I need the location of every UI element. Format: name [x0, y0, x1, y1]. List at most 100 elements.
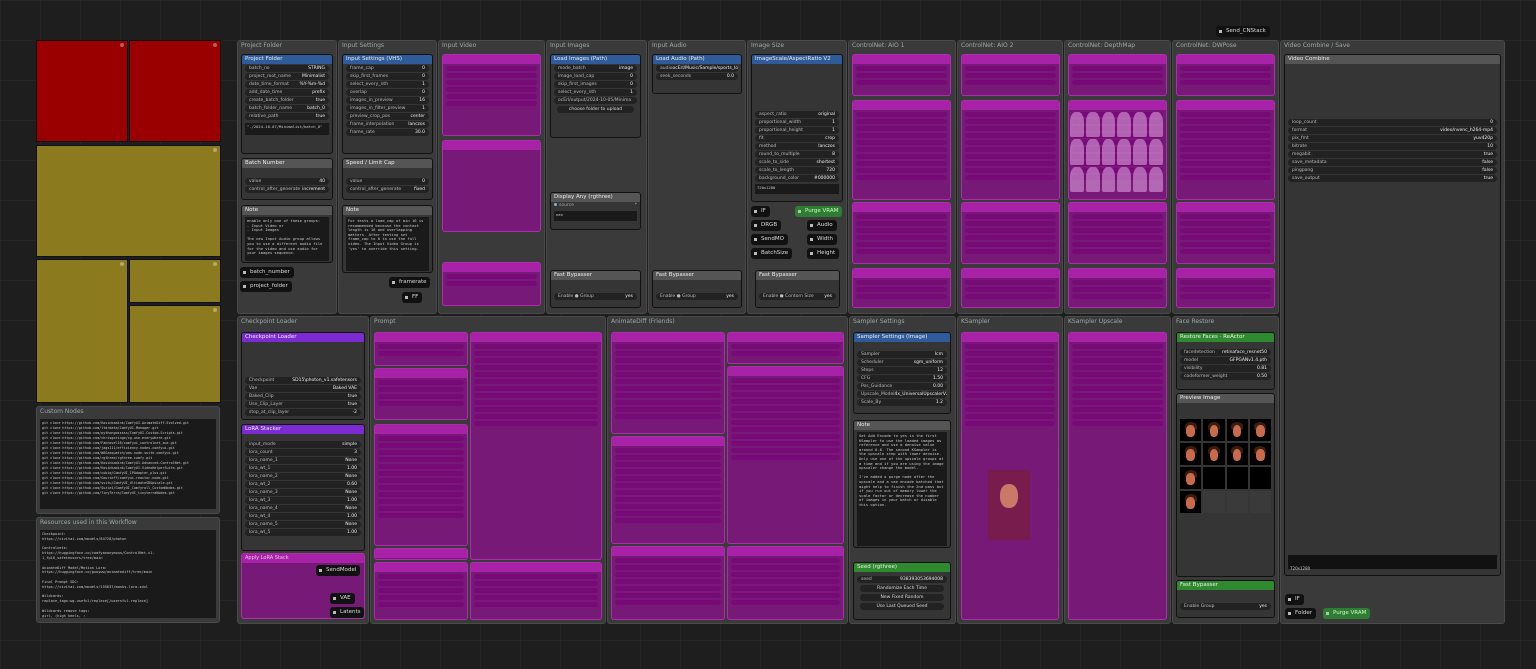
widget-visibility[interactable]: visibility 0.81: [1180, 365, 1271, 372]
preview-thumbnail[interactable]: [1203, 443, 1225, 465]
display-any-node[interactable]: Display Any (rgthree) source * nan: [550, 192, 641, 230]
seed-widget[interactable]: seed 938393053694008: [857, 576, 947, 583]
muted-node[interactable]: [374, 332, 468, 366]
node-title[interactable]: ImageScale/AspectRatio V2: [752, 55, 842, 64]
widget-upscale-model[interactable]: Upscale_Model 4x_UniversalUpscalerV2: [857, 391, 947, 398]
if-pill-2[interactable]: IF: [1285, 594, 1304, 605]
widget-megabit[interactable]: megabit true: [1288, 151, 1497, 158]
images-path-input[interactable]: ocErl/output/2024-10-05/Minima: [554, 97, 637, 104]
node-title[interactable]: Preview Image: [1177, 394, 1274, 403]
color-tile-gold-2[interactable]: [36, 259, 128, 403]
widget-preview-crop-pos[interactable]: preview_crop_pos center: [346, 113, 429, 120]
muted-controlnet-node[interactable]: [961, 54, 1060, 96]
latents-pill[interactable]: Latents: [330, 607, 365, 618]
muted-controlnet-node[interactable]: [852, 202, 951, 264]
node-title[interactable]: [443, 263, 540, 272]
vae-pill[interactable]: VAE: [330, 593, 355, 604]
color-tile-gold-3[interactable]: [129, 259, 221, 303]
node-title[interactable]: [1069, 55, 1166, 64]
enable-group-toggle[interactable]: Enable ● Group yes: [554, 293, 637, 300]
fast-bypasser-node-2[interactable]: Fast Bypasser Enable ● Group yes: [652, 270, 742, 308]
load-images-node[interactable]: Load Images (Path) mode_batch image image_…: [550, 54, 641, 138]
muted-controlnet-node[interactable]: [852, 100, 951, 200]
project-folder-node[interactable]: Project Folder batch_no STRING project_roo…: [241, 54, 333, 154]
widget-scale-to-length[interactable]: scale_to_length 720: [755, 167, 839, 174]
node-title[interactable]: Note: [343, 206, 432, 215]
sampler-settings-node[interactable]: Sampler Settings (Image) Sampler lcm Sched…: [853, 332, 951, 414]
node-title[interactable]: Display Any (rgthree): [551, 193, 640, 202]
fast-bypasser-node-1[interactable]: Fast Bypasser Enable ● Group yes: [550, 270, 641, 308]
widget-sampler[interactable]: Sampler lcm: [857, 351, 947, 358]
height-pill[interactable]: Height: [807, 248, 840, 259]
widget-seek-seconds[interactable]: seek_seconds 0.0: [656, 73, 738, 80]
widget-pingpong[interactable]: pingpong false: [1288, 167, 1497, 174]
muted-controlnet-node[interactable]: [1068, 54, 1167, 96]
node-title[interactable]: [853, 55, 950, 64]
preview-thumbnail[interactable]: [1226, 491, 1248, 513]
restore-faces-node[interactable]: Restore Faces · ReActor facedetection ret…: [1176, 332, 1275, 390]
widget-create-batch-folder[interactable]: create_batch_folder true: [245, 97, 329, 104]
muted-controlnet-node[interactable]: [852, 268, 951, 308]
preview-thumbnail[interactable]: [1226, 419, 1248, 441]
preview-thumbnail[interactable]: [1249, 419, 1271, 441]
node-title[interactable]: [612, 333, 724, 342]
muted-controlnet-node[interactable]: [961, 202, 1060, 264]
input-settings-node[interactable]: Input Settings (VHS) frame_cap 0 skip_firs…: [342, 54, 433, 154]
preview-thumbnail[interactable]: [1180, 491, 1202, 513]
note-node-2[interactable]: Note For tests a load_cap of min 16 is r…: [342, 205, 433, 273]
muted-controlnet-node[interactable]: [852, 54, 951, 96]
widget-lora-wt-1[interactable]: lora_wt_1 1.00: [245, 465, 361, 472]
node-title[interactable]: [375, 425, 467, 434]
widget-image-load-cap[interactable]: image_load_cap 0: [554, 73, 637, 80]
muted-bypass-node[interactable]: [442, 262, 541, 306]
widget-overlap[interactable]: overlap 0: [346, 89, 429, 96]
custom-nodes-text[interactable]: git clone https://github.com/Kosinkadink…: [40, 419, 216, 509]
widget-steps[interactable]: Steps 12: [857, 367, 947, 374]
preview-thumbnail[interactable]: [1226, 443, 1248, 465]
audio-pill[interactable]: Audio: [807, 220, 837, 231]
widget-round-to-multiple[interactable]: round_to_multiple 8: [755, 151, 839, 158]
widget-lora-name-5[interactable]: lora_name_5 None: [245, 521, 361, 528]
node-title[interactable]: [1069, 203, 1166, 212]
node-title[interactable]: [375, 369, 467, 378]
widget-lora-wt-2[interactable]: lora_wt_2 0.60: [245, 481, 361, 488]
node-title[interactable]: [1177, 269, 1274, 278]
widget-fit[interactable]: fit crop: [755, 135, 839, 142]
widget-mode-batch[interactable]: mode_batch image: [554, 65, 637, 72]
widget-frame-cap[interactable]: frame_cap 0: [346, 65, 429, 72]
node-title[interactable]: Video Combine: [1285, 55, 1500, 64]
node-title[interactable]: Load Images (Path): [551, 55, 640, 64]
widget-date-time-format[interactable]: date_time_format %Y-%m-%d: [245, 81, 329, 88]
widget-batch-folder-name[interactable]: batch_folder_name batch_0: [245, 105, 329, 112]
muted-controlnet-node[interactable]: [961, 100, 1060, 200]
widget-input-mode[interactable]: input_mode simple: [245, 441, 361, 448]
folder-pill[interactable]: Folder: [1285, 608, 1316, 619]
node-title[interactable]: [728, 367, 843, 376]
widget-proportional-width[interactable]: proportional_width 1: [755, 119, 839, 126]
preview-thumbnail[interactable]: [1249, 443, 1271, 465]
note-node-3[interactable]: Note Set Add Encode to yes in the first …: [853, 420, 951, 548]
close-icon[interactable]: [213, 308, 217, 312]
widget-scale-to-side[interactable]: scale_to_side shortest: [755, 159, 839, 166]
node-title[interactable]: Note: [242, 206, 332, 215]
node-title[interactable]: [471, 563, 601, 572]
video-combine-node[interactable]: Video Combine loop_count 0 format video/nve…: [1284, 54, 1501, 576]
node-title[interactable]: [962, 269, 1059, 278]
preview-thumbnail[interactable]: [1180, 419, 1202, 441]
widget-vae[interactable]: Vae Baked VAE: [245, 385, 361, 392]
color-tile-gold-4[interactable]: [129, 305, 221, 403]
node-title[interactable]: [375, 563, 467, 572]
widget-lora-wt-4[interactable]: lora_wt_4 1.00: [245, 513, 361, 520]
widget-stop-at-clip-layer[interactable]: stop_at_clip_layer -2: [245, 409, 361, 416]
muted-node[interactable]: [470, 332, 602, 560]
node-title[interactable]: [443, 55, 540, 64]
widget-lora-name-4[interactable]: lora_name_4 None: [245, 505, 361, 512]
width-pill[interactable]: Width: [807, 234, 837, 245]
framerate-pill[interactable]: framerate: [389, 277, 431, 288]
widget-baked-clip[interactable]: Baked_Clip true: [245, 393, 361, 400]
node-title[interactable]: [612, 437, 724, 446]
enable-group-toggle[interactable]: Enable Group yes: [1180, 603, 1271, 610]
widget-facedetection[interactable]: facedetection retinaface_resnet50: [1180, 349, 1271, 356]
node-title[interactable]: [962, 203, 1059, 212]
node-title[interactable]: [962, 333, 1058, 342]
